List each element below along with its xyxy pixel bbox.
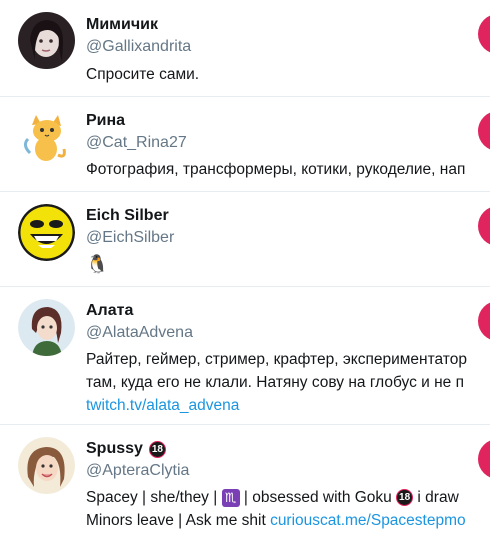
user-name-text[interactable]: Мимичик: [86, 16, 158, 34]
user-list: Мимичик @Gallixandrita Спросите сами. Ри…: [0, 0, 490, 544]
user-name[interactable]: Рина: [86, 112, 125, 130]
penguin-emoji-icon: 🐧: [86, 254, 109, 275]
user-bio-line-3: twitch.tv/alata_advena: [86, 395, 239, 417]
user-name[interactable]: Мимичик: [86, 16, 158, 34]
user-name-text[interactable]: Рина: [86, 112, 125, 130]
follow-button[interactable]: [478, 111, 490, 151]
user-name-text[interactable]: Алата: [86, 302, 133, 320]
adult-18-icon: 18: [396, 489, 414, 507]
bio-text: Minors leave | Ask me shit: [86, 512, 271, 529]
user-bio-line-1: Spacey | she/they | ♏ | obsessed with Go…: [86, 487, 459, 509]
user-bio-line-1: Райтер, геймер, стример, крафтер, экспер…: [86, 351, 467, 368]
user-handle: @Gallixandrita: [86, 38, 192, 55]
avatar[interactable]: [18, 109, 75, 166]
avatar[interactable]: [18, 437, 75, 494]
bio-text: Spacey | she/they |: [86, 489, 222, 506]
follow-button[interactable]: [478, 14, 490, 54]
user-bio: 🐧: [86, 254, 108, 277]
user-name[interactable]: Spussy 18: [86, 440, 166, 458]
avatar[interactable]: [18, 12, 75, 69]
user-bio-line-2: Minors leave | Ask me shit curiouscat.me…: [86, 510, 466, 532]
avatar[interactable]: [18, 204, 75, 261]
user-row-rina[interactable]: Рина @Cat_Rina27 Фотография, трансформер…: [0, 97, 490, 192]
bio-link[interactable]: twitch.tv/alata_advena: [86, 397, 239, 414]
user-handle: @EichSilber: [86, 229, 175, 246]
user-row-eich-silber[interactable]: Eich Silber @EichSilber 🐧: [0, 192, 490, 287]
user-name-text[interactable]: Spussy: [86, 440, 143, 458]
user-name[interactable]: Eich Silber: [86, 207, 169, 225]
user-name-text[interactable]: Eich Silber: [86, 207, 169, 225]
user-handle: @Cat_Rina27: [86, 134, 187, 151]
user-row-mimichik[interactable]: Мимичик @Gallixandrita Спросите сами.: [0, 0, 490, 97]
avatar[interactable]: [18, 299, 75, 356]
user-bio-line-2: там, куда его не клали. Натяну сову на г…: [86, 374, 464, 391]
adult-18-icon: 18: [148, 440, 166, 458]
user-handle: @ApteraClytia: [86, 462, 190, 479]
user-row-alata[interactable]: Алата @AlataAdvena Райтер, геймер, стрим…: [0, 287, 490, 425]
bio-text: | obsessed with Goku: [239, 489, 397, 506]
user-row-spussy[interactable]: Spussy 18 @ApteraClytia Spacey | she/the…: [0, 425, 490, 544]
user-name[interactable]: Алата: [86, 302, 133, 320]
user-bio: Фотография, трансформеры, котики, рукоде…: [86, 161, 466, 178]
follow-button[interactable]: [478, 301, 490, 341]
follow-button[interactable]: [478, 439, 490, 479]
user-bio: Спросите сами.: [86, 66, 200, 83]
scorpio-sign-icon: ♏: [221, 488, 240, 507]
user-handle: @AlataAdvena: [86, 324, 193, 341]
bio-link[interactable]: curiouscat.me/Spacestepmo: [270, 512, 466, 529]
bio-text: i draw: [413, 489, 459, 506]
follow-button[interactable]: [478, 206, 490, 246]
